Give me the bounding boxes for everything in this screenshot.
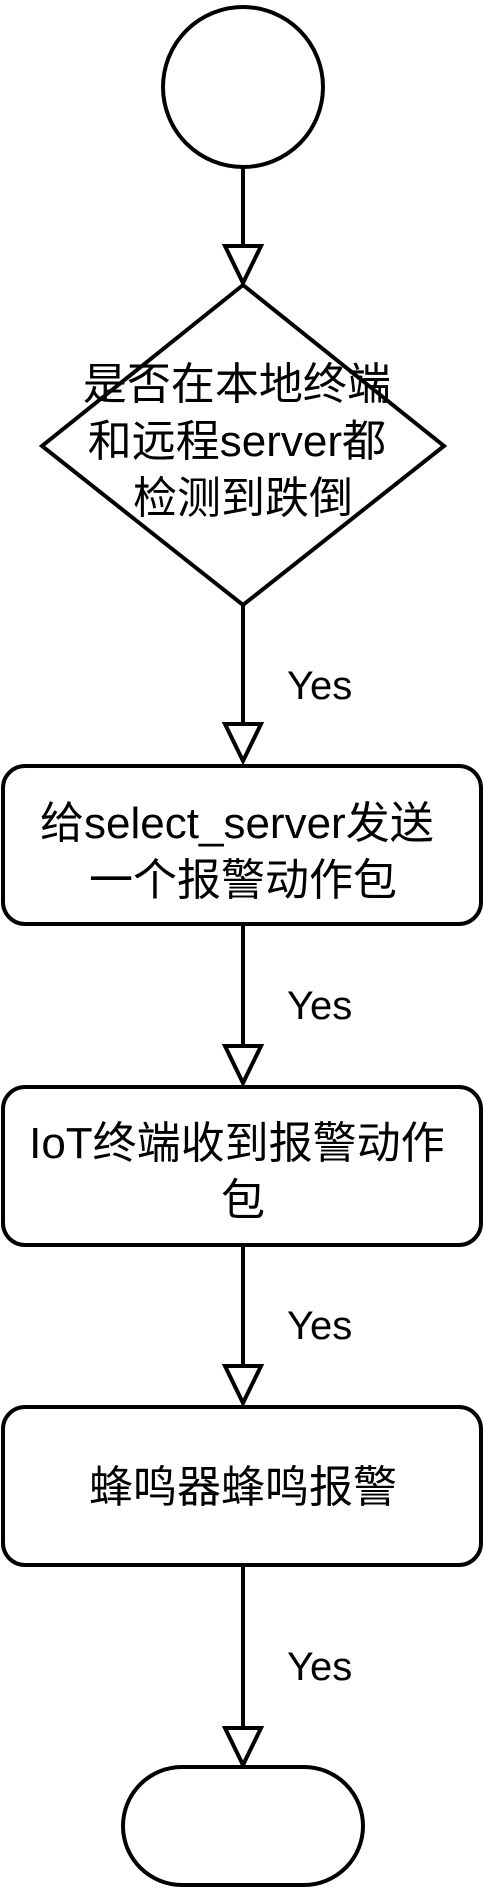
step3-node: 蜂鸣器蜂鸣报警 bbox=[1, 1405, 483, 1567]
step1-node: 给select_server发送 一个报警动作包 bbox=[1, 764, 483, 926]
arrowhead bbox=[221, 722, 265, 766]
step3-label: 蜂鸣器蜂鸣报警 bbox=[89, 1463, 397, 1512]
edge-step2-to-step3: Yes bbox=[221, 1247, 352, 1408]
edge-start-to-decision bbox=[221, 167, 265, 288]
arrowhead bbox=[221, 1726, 265, 1770]
decision-line-3: 检测到跌倒 bbox=[133, 474, 353, 523]
step3-line-1: 蜂鸣器蜂鸣报警 bbox=[89, 1463, 397, 1512]
end-node bbox=[121, 1765, 365, 1887]
flowchart-canvas: 是否在本地终端 和远程server都 检测到跌倒 Yes 给select_ser… bbox=[1, 5, 483, 1887]
decision-line-2: 和远程server都 bbox=[88, 417, 386, 466]
step2-line-2: 包 bbox=[221, 1176, 265, 1225]
edge-label-yes: Yes bbox=[287, 664, 352, 708]
start-node bbox=[161, 5, 325, 169]
arrowhead bbox=[221, 1364, 265, 1408]
edge-step3-to-end: Yes bbox=[221, 1567, 352, 1770]
step1-line-1: 给select_server发送 bbox=[40, 799, 434, 848]
arrowhead bbox=[221, 244, 265, 288]
arrowhead bbox=[221, 1044, 265, 1088]
edge-decision-to-step1: Yes bbox=[221, 605, 352, 766]
edge-step1-to-step2: Yes bbox=[221, 926, 352, 1088]
edge-label-yes: Yes bbox=[287, 984, 352, 1028]
edge-label-yes: Yes bbox=[287, 1304, 352, 1348]
step1-line-2: 一个报警动作包 bbox=[89, 856, 397, 905]
decision-line-1: 是否在本地终端 bbox=[83, 360, 391, 409]
edge-label-yes: Yes bbox=[287, 1645, 352, 1689]
decision-node: 是否在本地终端 和远程server都 检测到跌倒 bbox=[38, 282, 448, 608]
step2-node: IoT终端收到报警动作 包 bbox=[1, 1085, 483, 1247]
step2-line-1: IoT终端收到报警动作 bbox=[29, 1119, 445, 1168]
